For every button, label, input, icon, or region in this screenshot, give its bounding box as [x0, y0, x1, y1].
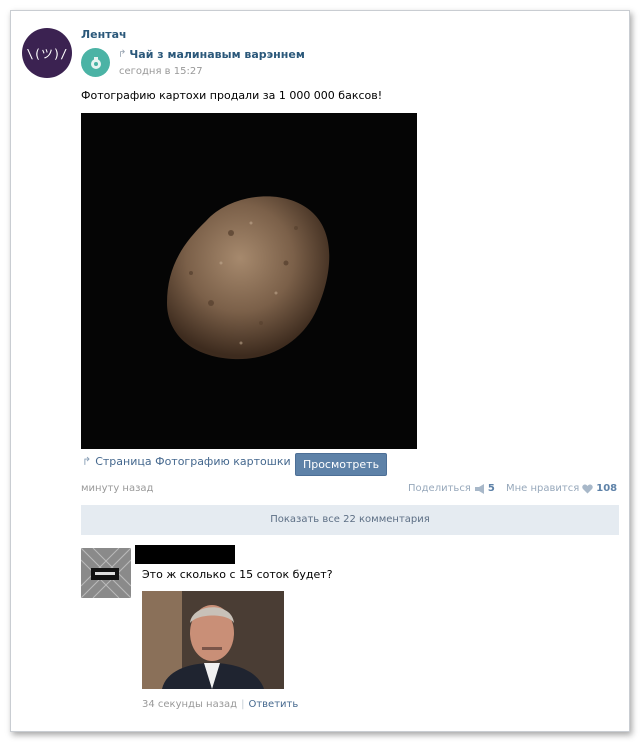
megaphone-icon [474, 483, 484, 494]
repost-header: ↱ Чай з малинавым варэннем [118, 48, 305, 61]
portrait-photo-icon [142, 591, 284, 689]
like-label: Мне нравится [506, 483, 580, 494]
potato-photo-icon [81, 113, 417, 449]
post-text: Фотографию картохи продали за 1 000 000 … [81, 89, 383, 102]
like-button[interactable]: Мне нравится 108 [506, 483, 617, 494]
comment-meta: 34 секунды назад | Ответить [142, 699, 298, 710]
reply-link[interactable]: Ответить [248, 699, 298, 710]
shrug-text: \(ツ)/ [27, 47, 67, 61]
comment-separator: | [241, 699, 245, 710]
attachment-link[interactable]: ↱ Страница Фотографию картошки п.. [82, 455, 308, 468]
community-avatar[interactable]: \(ツ)/ [22, 28, 72, 78]
comment-time[interactable]: 34 секунды назад [142, 699, 237, 710]
comment-photo[interactable] [142, 591, 284, 689]
show-all-comments-button[interactable]: Показать все 22 комментария [81, 505, 619, 535]
shrug-icon: \(ツ)/ [27, 47, 67, 61]
like-count: 108 [596, 483, 618, 494]
heart-icon [582, 484, 593, 493]
avatar-image-icon [81, 548, 131, 598]
repost-avatar[interactable] [81, 48, 110, 77]
share-button[interactable]: Поделиться 5 [408, 483, 495, 494]
redacted-commenter-name [135, 545, 235, 564]
repost-time[interactable]: сегодня в 15:27 [119, 66, 203, 77]
post-time[interactable]: минуту назад [81, 483, 153, 494]
share-count: 5 [487, 483, 495, 494]
post-photo[interactable] [81, 113, 417, 449]
comment-text: Это ж сколько с 15 соток будет? [142, 568, 333, 581]
author-name[interactable]: Лентач [81, 28, 127, 41]
teapot-icon [90, 56, 101, 69]
link-arrow-icon: ↱ [82, 455, 92, 468]
commenter-avatar[interactable] [81, 548, 131, 598]
share-label: Поделиться [408, 483, 471, 494]
view-button[interactable]: Просмотреть [295, 453, 387, 476]
repost-source-link[interactable]: Чай з малинавым варэннем [129, 48, 304, 61]
post-card: \(ツ)/ Лентач ↱ Чай з малинавым варэннем … [10, 10, 630, 732]
attachment-label[interactable]: Страница Фотографию картошки п.. [95, 455, 308, 468]
repost-arrow-icon: ↱ [118, 49, 127, 60]
